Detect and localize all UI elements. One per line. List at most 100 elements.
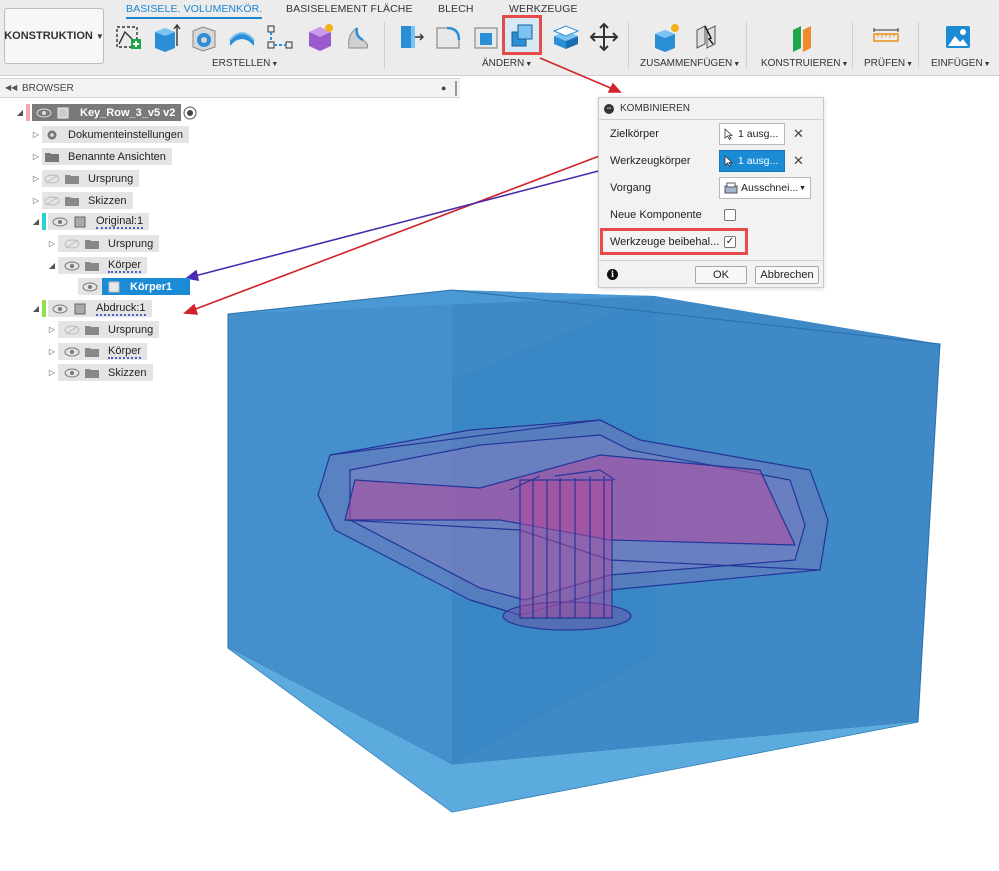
cancel-button[interactable]: Abbrechen bbox=[755, 266, 819, 284]
collapsed-triangle-icon[interactable]: ▷ bbox=[46, 347, 58, 356]
tree-node-root[interactable]: Key_Row_3_v5 v2 bbox=[32, 104, 182, 121]
group-erstellen[interactable]: ERSTELLEN▼ bbox=[212, 58, 278, 69]
tree-row[interactable]: ▷ Ursprung bbox=[30, 170, 140, 187]
hole-icon[interactable] bbox=[342, 20, 374, 54]
move-icon[interactable] bbox=[588, 20, 620, 54]
expanded-triangle-icon[interactable]: ◢ bbox=[30, 304, 42, 313]
tree-row[interactable]: ◢ Körper bbox=[46, 257, 148, 274]
tree-node-named-views[interactable]: Benannte Ansichten bbox=[42, 148, 172, 165]
tree-row-root[interactable]: ◢ Key_Row_3_v5 v2 bbox=[14, 104, 197, 121]
eye-hidden-icon[interactable] bbox=[64, 325, 80, 335]
tree-node-sketches[interactable]: Skizzen bbox=[58, 364, 153, 381]
tree-node-sketches[interactable]: Skizzen bbox=[42, 192, 133, 209]
new-component-icon[interactable] bbox=[650, 20, 682, 54]
info-icon[interactable]: i bbox=[607, 269, 618, 280]
dialog-header[interactable]: − KOMBINIEREN bbox=[599, 98, 823, 120]
clear-tool-button[interactable]: ✕ bbox=[793, 153, 804, 169]
replace-face-icon[interactable] bbox=[550, 20, 582, 54]
eye-icon[interactable] bbox=[36, 108, 52, 118]
tree-row[interactable]: ▷ Skizzen bbox=[46, 364, 153, 381]
clear-target-button[interactable]: ✕ bbox=[793, 126, 804, 142]
tree-row[interactable]: ▷ Körper bbox=[46, 343, 148, 360]
tab-tools[interactable]: WERKZEUGE bbox=[509, 3, 578, 15]
new-component-checkbox[interactable] bbox=[724, 209, 736, 221]
tree-row-body1[interactable]: Körper1 bbox=[78, 278, 191, 295]
target-body-selector[interactable]: 1 ausg... bbox=[719, 123, 785, 145]
tab-sheet-metal[interactable]: BLECH bbox=[438, 3, 474, 15]
group-einfuegen[interactable]: EINFÜGEN▼ bbox=[931, 58, 991, 69]
selected-body[interactable]: Körper1 bbox=[102, 278, 191, 295]
keycap-body bbox=[317, 419, 829, 631]
tree-row[interactable]: ▷ Dokumenteinstellungen bbox=[30, 126, 189, 143]
eye-icon[interactable] bbox=[82, 282, 98, 292]
select-cursor-icon bbox=[724, 128, 734, 140]
tab-solid[interactable]: BASISELE. VOLUMENKÖR. bbox=[126, 3, 263, 19]
loft-icon[interactable] bbox=[264, 20, 296, 54]
tree-node-original[interactable]: Original:1 bbox=[48, 213, 150, 230]
collapsed-triangle-icon[interactable]: ▷ bbox=[30, 196, 42, 205]
eye-hidden-icon[interactable] bbox=[44, 174, 60, 184]
form-icon[interactable] bbox=[304, 20, 336, 54]
eye-hidden-icon[interactable] bbox=[64, 239, 80, 249]
group-zusammenfuegen[interactable]: ZUSAMMENFÜGEN▼ bbox=[640, 58, 740, 69]
tree-row-abdruck[interactable]: ◢ Abdruck:1 bbox=[30, 300, 152, 317]
collapsed-triangle-icon[interactable]: ▷ bbox=[30, 152, 42, 161]
sweep-icon[interactable] bbox=[226, 20, 258, 54]
tree-node-settings[interactable]: Dokumenteinstellungen bbox=[42, 126, 189, 143]
group-aendern[interactable]: ÄNDERN▼ bbox=[482, 58, 532, 69]
combine-icon[interactable] bbox=[502, 15, 542, 55]
group-aendern-label: ÄNDERN bbox=[482, 58, 525, 69]
expanded-triangle-icon[interactable]: ◢ bbox=[14, 108, 26, 117]
tree-row[interactable]: ▷ Skizzen bbox=[30, 192, 133, 209]
eye-icon[interactable] bbox=[64, 368, 80, 378]
pin-icon[interactable]: ● bbox=[441, 83, 446, 93]
tree-node-origin[interactable]: Ursprung bbox=[42, 170, 140, 187]
tree-row[interactable]: ▷ Benannte Ansichten bbox=[30, 148, 172, 165]
collapsed-triangle-icon[interactable]: ▷ bbox=[30, 174, 42, 183]
collapse-panel-icon[interactable]: ◀◀ bbox=[5, 83, 17, 92]
tree-row[interactable]: ▷ Ursprung bbox=[46, 235, 160, 252]
eye-icon[interactable] bbox=[64, 347, 80, 357]
tree-node-origin[interactable]: Ursprung bbox=[58, 235, 160, 252]
insert-image-icon[interactable] bbox=[942, 20, 974, 54]
workspace-switcher[interactable]: KONSTRUKTION ▼ bbox=[4, 8, 104, 64]
extrude-icon[interactable] bbox=[150, 20, 182, 54]
tree-node-bodies[interactable]: Körper bbox=[58, 257, 148, 274]
tree-label: Körper bbox=[108, 344, 142, 359]
tree-node-origin[interactable]: Ursprung bbox=[58, 321, 160, 338]
eye-hidden-icon[interactable] bbox=[44, 196, 60, 206]
fillet-icon[interactable] bbox=[432, 20, 464, 54]
tree-row-original[interactable]: ◢ Original:1 bbox=[30, 213, 150, 230]
joint-icon[interactable] bbox=[690, 20, 722, 54]
expanded-triangle-icon[interactable]: ◢ bbox=[30, 217, 42, 226]
eye-icon[interactable] bbox=[52, 304, 68, 314]
tree-node-body1[interactable]: Körper1 bbox=[78, 278, 191, 295]
tree-node-abdruck[interactable]: Abdruck:1 bbox=[48, 300, 152, 317]
collapsed-triangle-icon[interactable]: ▷ bbox=[30, 130, 42, 139]
tree-row[interactable]: ▷ Ursprung bbox=[46, 321, 160, 338]
active-radio-icon[interactable] bbox=[183, 106, 197, 120]
panel-resize-handle[interactable] bbox=[455, 81, 457, 96]
collapsed-triangle-icon[interactable]: ▷ bbox=[46, 325, 58, 334]
offset-plane-icon[interactable] bbox=[786, 20, 818, 54]
create-sketch-icon[interactable] bbox=[112, 20, 144, 54]
eye-icon[interactable] bbox=[64, 261, 80, 271]
collapsed-triangle-icon[interactable]: ▷ bbox=[46, 239, 58, 248]
measure-icon[interactable] bbox=[870, 20, 902, 54]
group-konstruieren[interactable]: KONSTRUIEREN▼ bbox=[761, 58, 848, 69]
expanded-triangle-icon[interactable]: ◢ bbox=[46, 261, 58, 270]
collapsed-triangle-icon[interactable]: ▷ bbox=[46, 368, 58, 377]
operation-select[interactable]: Ausschnei... ▼ bbox=[719, 177, 811, 199]
group-pruefen-label: PRÜFEN bbox=[864, 58, 906, 69]
revolve-icon[interactable] bbox=[188, 20, 220, 54]
tool-body-selector[interactable]: 1 ausg... bbox=[719, 150, 785, 172]
keep-tools-checkbox[interactable]: ✓ bbox=[724, 236, 736, 248]
press-pull-icon[interactable] bbox=[394, 20, 426, 54]
tab-surface[interactable]: BASISELEMENT FLÄCHE bbox=[286, 3, 413, 15]
group-pruefen[interactable]: PRÜFEN▼ bbox=[864, 58, 913, 69]
minimize-icon[interactable]: − bbox=[604, 103, 614, 114]
tree-node-bodies[interactable]: Körper bbox=[58, 343, 148, 360]
ok-button[interactable]: OK bbox=[695, 266, 747, 284]
shell-icon[interactable] bbox=[470, 20, 502, 54]
eye-icon[interactable] bbox=[52, 217, 68, 227]
